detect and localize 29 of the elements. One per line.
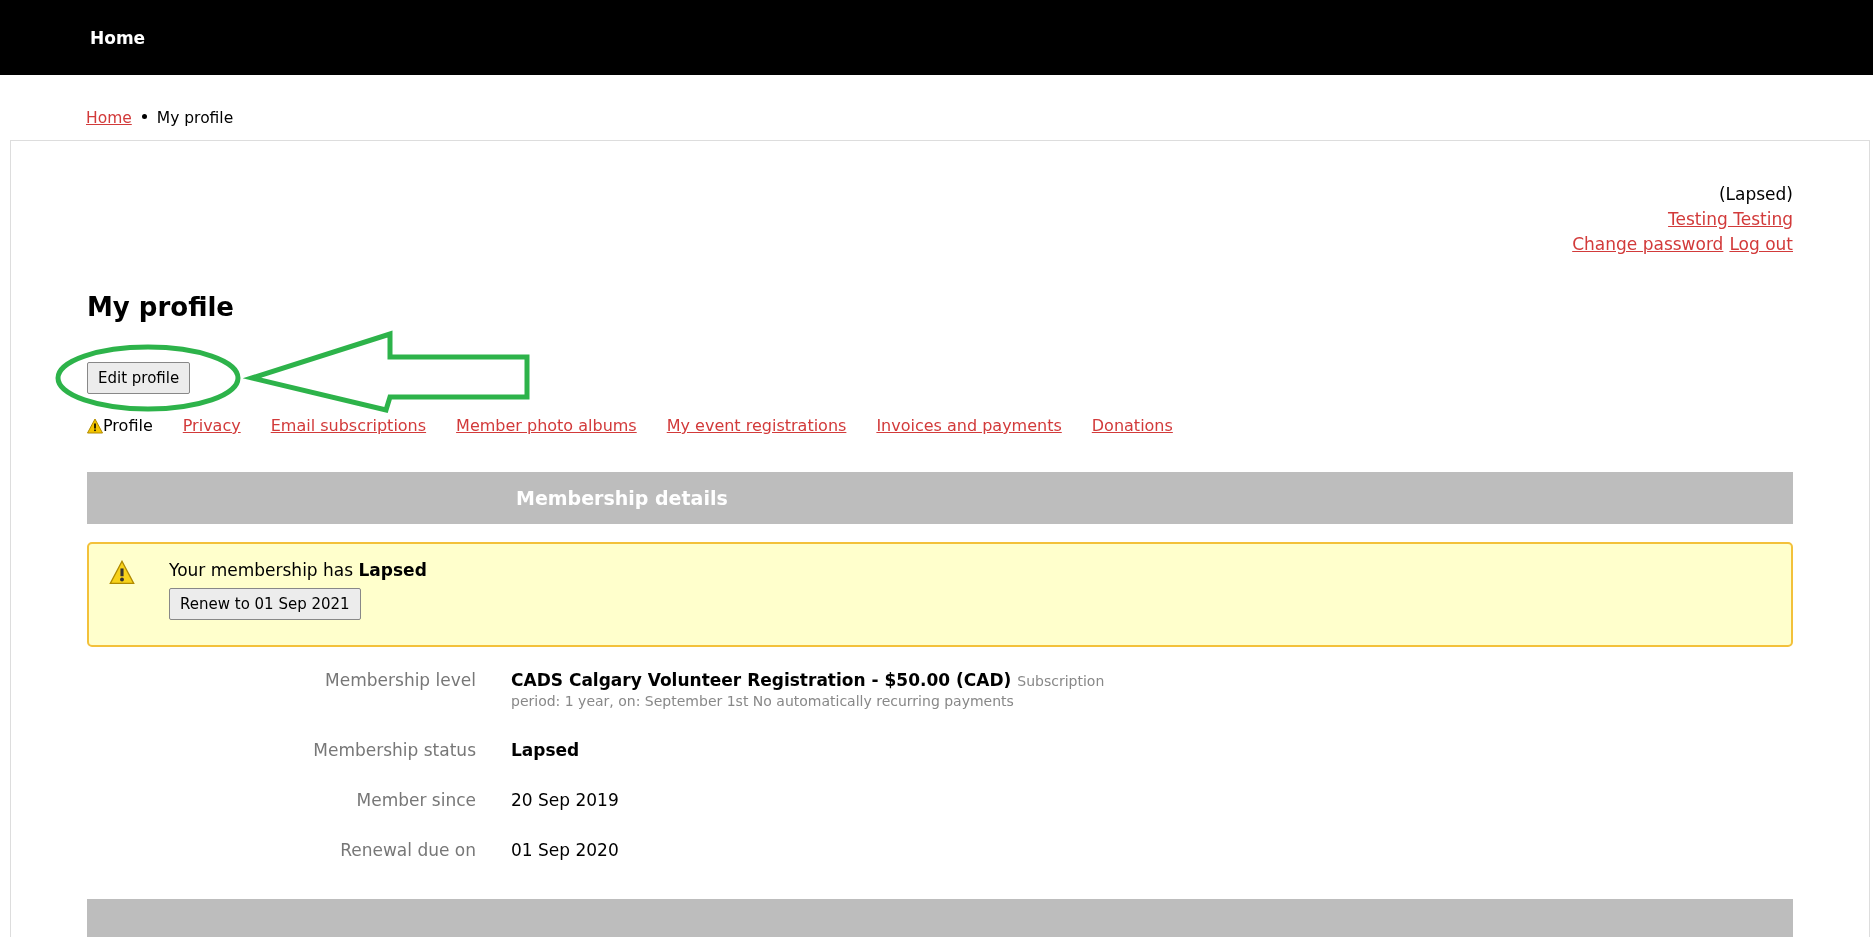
profile-tab[interactable]: Privacy [182, 416, 241, 436]
field-value: CADS Calgary Volunteer Registration - $50.00 (CAD) [511, 670, 1012, 690]
account-link[interactable]: Log out [1729, 232, 1793, 257]
field-value: 01 Sep 2020 [511, 840, 619, 860]
field-value: Lapsed [511, 740, 580, 760]
account-name-link[interactable]: Testing Testing [1668, 207, 1793, 232]
profile-tab[interactable]: Donations [1091, 416, 1173, 436]
section-title: Membership details [516, 487, 728, 509]
profile-tab[interactable]: Email subscriptions [270, 416, 427, 436]
profile-tab[interactable]: Invoices and payments [876, 416, 1062, 436]
field-value: 20 Sep 2019 [511, 790, 619, 810]
edit-profile-button[interactable]: Edit profile [87, 362, 191, 394]
account-link[interactable]: Change password [1572, 232, 1724, 257]
breadcrumb-link[interactable]: Home [86, 109, 132, 127]
nav-link[interactable]: Home [90, 27, 146, 48]
page-title: My profile [87, 291, 235, 323]
profile-tab[interactable]: Member photo albums [456, 416, 637, 436]
field-subnote: period: 1 year, on: September 1st No automatically recurring payments [511, 692, 1015, 711]
alert-message: Your membership has Lapsed [169, 560, 427, 580]
renew-button[interactable]: Renew to 01 Sep 2021 [169, 588, 361, 620]
profile-tab[interactable]: Profile [87, 416, 153, 436]
field-label: Member since [355, 789, 476, 811]
field-label: Membership status [312, 739, 476, 761]
breadcrumb-current: My profile [156, 109, 234, 127]
field-label: Membership level [324, 669, 476, 692]
profile-tab[interactable]: My event registrations [666, 416, 847, 436]
field-label: Renewal due on [339, 839, 476, 861]
membership-status-text: (Lapsed) [1718, 183, 1793, 206]
field-note: Subscription [1017, 673, 1105, 689]
